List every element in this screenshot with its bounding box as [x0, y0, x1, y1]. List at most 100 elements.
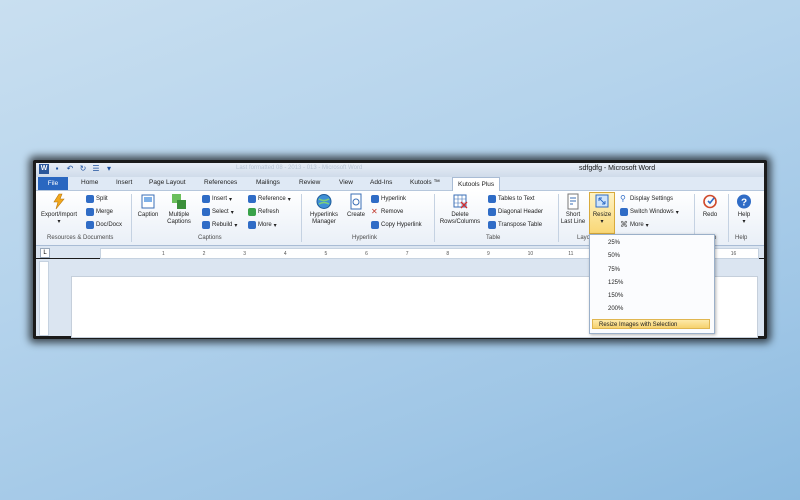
- refresh-icon: [248, 208, 256, 216]
- group-label-table: Table: [486, 235, 501, 241]
- repeat-icon[interactable]: ↻: [78, 164, 88, 174]
- create-hyperlink-button[interactable]: Create: [344, 193, 368, 219]
- ruler-mark: 9: [486, 251, 490, 257]
- more-options-icon: ⌘: [620, 220, 628, 229]
- tab-references[interactable]: References: [204, 179, 237, 186]
- ruler-mark: 2: [202, 251, 206, 257]
- ruler-mark: 16: [730, 251, 737, 257]
- vertical-ruler[interactable]: [39, 261, 49, 336]
- help-button[interactable]: ? Help ▾: [730, 193, 758, 226]
- tab-view[interactable]: View: [339, 179, 353, 186]
- word-app-icon[interactable]: W: [39, 164, 49, 174]
- reference-button[interactable]: Reference ▾: [248, 195, 291, 203]
- group-separator: [131, 194, 132, 242]
- short-last-line-icon: [567, 193, 579, 210]
- group-label-hyperlink: Hyperlink: [352, 235, 378, 241]
- group-separator: [301, 194, 302, 242]
- group-label-resources: Resources & Documents: [47, 235, 114, 241]
- tab-review[interactable]: Review: [299, 179, 320, 186]
- switch-windows-button[interactable]: Switch Windows ▾: [620, 208, 679, 216]
- short-last-line-button[interactable]: Short Last Line: [558, 193, 588, 226]
- globe-icon: [316, 194, 332, 209]
- ruler-mark: 1: [161, 251, 165, 257]
- tab-file[interactable]: File: [38, 177, 68, 190]
- redo-button[interactable]: Redo: [696, 193, 724, 219]
- tables-to-text-button[interactable]: Tables to Text: [488, 195, 535, 203]
- resize-button[interactable]: Resize ▾: [589, 192, 615, 234]
- rebuild-button[interactable]: Rebuild ▾: [202, 221, 237, 229]
- document-title: sdfgdfg - Microsoft Word: [579, 165, 656, 172]
- resize-images-with-selection[interactable]: Resize Images with Selection: [592, 319, 710, 329]
- insert-caption-button[interactable]: Insert ▾: [202, 195, 232, 203]
- tab-kutools[interactable]: Kutools ™: [410, 179, 440, 186]
- transpose-table-button[interactable]: Transpose Table: [488, 221, 542, 229]
- reference-icon: [248, 195, 256, 203]
- display-settings-button[interactable]: ⚲ Display Settings: [620, 195, 673, 203]
- delete-rows-columns-button[interactable]: Delete Rows/Columns: [434, 193, 486, 226]
- hyperlink-icon: [371, 195, 379, 203]
- background-window-title: Last formatted 08 - 2013 - 013 - Microso…: [236, 165, 363, 171]
- resize-option-50[interactable]: 50%: [608, 253, 620, 259]
- merge-button[interactable]: Merge: [86, 208, 113, 216]
- copy-hyperlink-button[interactable]: Copy Hyperlink: [371, 221, 422, 229]
- create-hyperlink-icon: [350, 193, 362, 210]
- diagonal-header-icon: [488, 208, 496, 216]
- tab-page-layout[interactable]: Page Layout: [149, 179, 186, 186]
- group-label-captions: Captions: [198, 235, 222, 241]
- doc-docx-button[interactable]: Doc/Docx: [86, 221, 122, 229]
- split-button[interactable]: Split: [86, 195, 108, 203]
- insert-icon: [202, 195, 210, 203]
- ruler-mark: 8: [446, 251, 450, 257]
- help-icon: ?: [737, 194, 751, 209]
- diagonal-header-button[interactable]: Diagonal Header: [488, 208, 543, 216]
- resize-option-75[interactable]: 75%: [608, 267, 620, 273]
- tab-kutools-plus[interactable]: Kutools Plus: [452, 177, 501, 191]
- svg-text:?: ?: [741, 198, 747, 209]
- refresh-button[interactable]: Refresh: [248, 208, 279, 216]
- tab-insert[interactable]: Insert: [116, 179, 132, 186]
- export-import-icon: [53, 193, 65, 210]
- ruler-mark: 10: [527, 251, 534, 257]
- undo-icon[interactable]: ↶: [65, 164, 75, 174]
- tab-mailings[interactable]: Mailings: [256, 179, 280, 186]
- remove-hyperlink-button[interactable]: ✕ Remove: [371, 208, 403, 216]
- title-bar: W ▪ ↶ ↻ ☰ ▾ Last formatted 08 - 2013 - 0…: [36, 163, 764, 177]
- ruler-mark: 6: [365, 251, 368, 257]
- more-captions-button[interactable]: More ▾: [248, 221, 277, 229]
- select-caption-button[interactable]: Select ▾: [202, 208, 234, 216]
- magnifier-icon: ⚲: [620, 194, 626, 203]
- tab-add-ins[interactable]: Add-Ins: [370, 179, 392, 186]
- save-icon[interactable]: ▪: [52, 164, 62, 174]
- ruler-mark: 11: [568, 251, 574, 257]
- hyperlinks-manager-button[interactable]: Hyperlinks Manager: [304, 193, 344, 226]
- resize-option-150[interactable]: 150%: [608, 293, 623, 299]
- export-import-button[interactable]: Export/Import ▾: [39, 193, 79, 226]
- ruler-mark: 7: [405, 251, 409, 257]
- customize-qat-icon[interactable]: ▾: [104, 164, 114, 174]
- resize-option-125[interactable]: 125%: [608, 280, 623, 286]
- select-icon: [202, 208, 210, 216]
- multiple-captions-button[interactable]: Multiple Captions: [162, 193, 196, 226]
- resize-icon: [595, 194, 609, 208]
- resize-option-25[interactable]: 25%: [608, 240, 620, 246]
- doc-docx-icon: [86, 221, 94, 229]
- tables-to-text-icon: [488, 195, 496, 203]
- tab-home[interactable]: Home: [81, 179, 98, 186]
- redo-icon: [703, 194, 717, 209]
- quick-access-toolbar: W ▪ ↶ ↻ ☰ ▾: [39, 164, 114, 174]
- switch-windows-icon: [620, 208, 628, 216]
- bullets-icon[interactable]: ☰: [91, 164, 101, 174]
- more-view-button[interactable]: ⌘ More ▾: [620, 221, 649, 229]
- tab-selector-icon[interactable]: L: [40, 248, 50, 258]
- ruler-mark: 3: [243, 251, 246, 257]
- ruler-mark: 5: [324, 251, 328, 257]
- resize-option-200[interactable]: 200%: [608, 306, 623, 312]
- caption-icon: [141, 194, 155, 209]
- group-label-help: Help: [735, 235, 748, 241]
- caption-button[interactable]: Caption: [134, 193, 162, 219]
- split-icon: [86, 195, 94, 203]
- remove-icon: ✕: [371, 207, 378, 216]
- copy-hyperlink-icon: [371, 221, 379, 229]
- hyperlink-button[interactable]: Hyperlink: [371, 195, 406, 203]
- multiple-captions-icon: [172, 194, 186, 209]
